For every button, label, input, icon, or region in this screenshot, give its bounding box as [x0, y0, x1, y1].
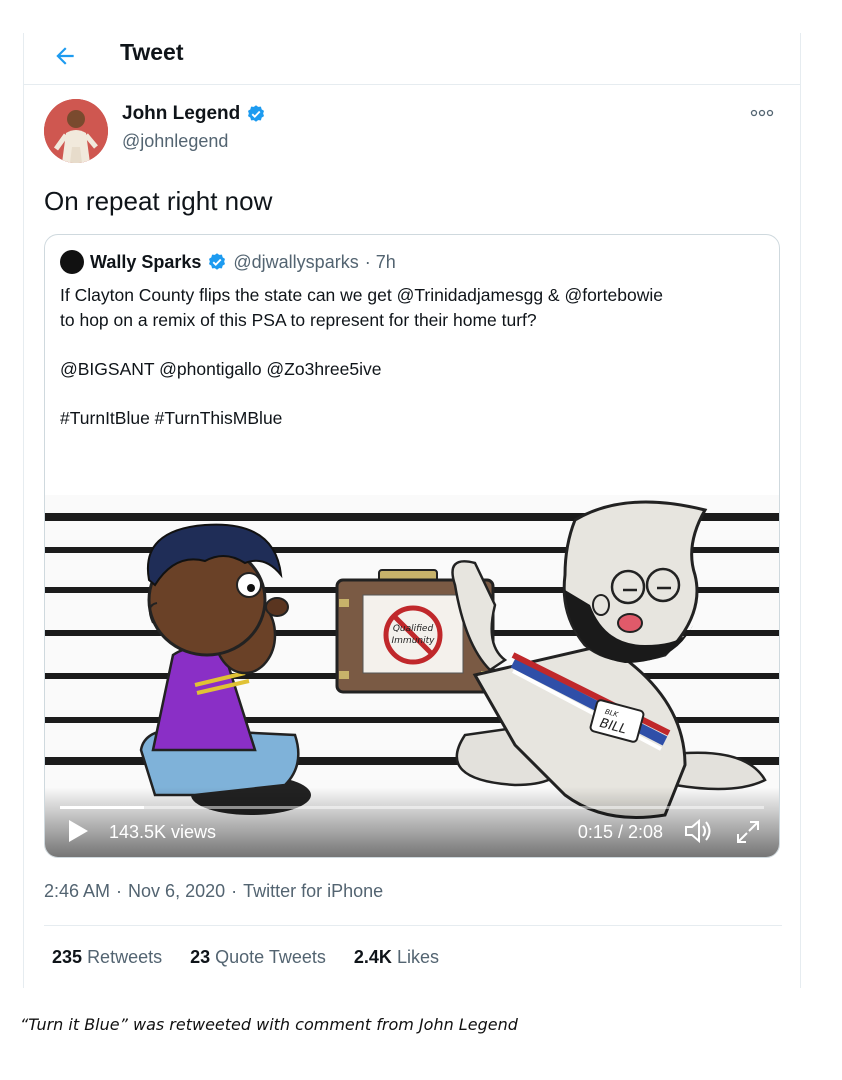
more-options-icon[interactable]: [750, 107, 774, 119]
tweet-stats: 235 Retweets 23 Quote Tweets 2.4K Likes: [52, 947, 439, 968]
quoted-author-name[interactable]: Wally Sparks: [90, 252, 201, 273]
quoted-avatar[interactable]: [60, 250, 84, 274]
quote-tweets-label: Quote Tweets: [215, 947, 326, 967]
video-player[interactable]: Qualified Immunity BLK BILL 143.5K views…: [45, 495, 779, 857]
quoted-tweet-header: Wally Sparks @djwallysparks · 7h: [60, 250, 396, 274]
briefcase-label: Qualified: [393, 624, 434, 634]
quote-tweets-stat[interactable]: 23 Quote Tweets: [190, 947, 326, 968]
author-row: John Legend @johnlegend: [44, 99, 774, 163]
retweets-stat[interactable]: 235 Retweets: [52, 947, 162, 968]
page-title: Tweet: [120, 39, 184, 65]
verified-badge-icon: [209, 253, 226, 270]
tweet-source[interactable]: Twitter for iPhone: [243, 881, 383, 901]
likes-stat[interactable]: 2.4K Likes: [354, 947, 439, 968]
tweet-date[interactable]: Nov 6, 2020: [128, 881, 225, 901]
quoted-author-handle: @djwallysparks: [233, 251, 359, 272]
tweet-time[interactable]: 2:46 AM: [44, 881, 110, 901]
video-progress-bar[interactable]: [60, 806, 764, 809]
verified-badge-icon: [248, 105, 265, 122]
likes-label: Likes: [396, 947, 439, 967]
video-time: 0:15 / 2:08: [577, 822, 663, 842]
fullscreen-icon[interactable]: [735, 819, 761, 845]
retweets-label: Retweets: [87, 947, 163, 967]
quoted-hashtags: #TurnItBlue #TurnThisMBlue: [60, 408, 283, 428]
back-arrow-icon[interactable]: [52, 43, 78, 69]
avatar[interactable]: [44, 99, 108, 163]
tweet-meta: 2:46 AM · Nov 6, 2020 · Twitter for iPhone: [44, 881, 384, 901]
video-progress-fill: [60, 806, 145, 809]
figure-caption: “Turn it Blue” was retweeted with commen…: [20, 1015, 518, 1034]
tweet-panel: Tweet John Legend @johnlegend On repeat …: [23, 33, 801, 988]
tweet-text: On repeat right now: [44, 186, 273, 216]
quoted-tweet-age: · 7h: [364, 251, 396, 272]
volume-icon[interactable]: [683, 817, 713, 845]
author-name-row: John Legend: [122, 103, 266, 125]
quoted-tweet[interactable]: Wally Sparks @djwallysparks · 7h If Clay…: [44, 234, 780, 858]
quoted-text-line: If Clayton County flips the state can we…: [60, 285, 663, 305]
quoted-tweet-body: If Clayton County flips the state can we…: [60, 283, 760, 431]
author-name[interactable]: John Legend: [122, 103, 240, 125]
play-icon[interactable]: [67, 819, 89, 843]
divider: [44, 925, 782, 926]
video-views: 143.5K views: [109, 822, 217, 842]
quote-tweets-count: 23: [190, 947, 211, 967]
retweets-count: 235: [52, 947, 83, 967]
quoted-mentions: @BIGSANT @phontigallo @Zo3hree5ive: [60, 359, 382, 379]
quoted-text-line: to hop on a remix of this PSA to represe…: [60, 310, 537, 330]
boy-character: [139, 523, 311, 815]
briefcase-label: Immunity: [392, 636, 436, 646]
author-handle: @johnlegend: [122, 131, 229, 151]
tweet-header: Tweet: [24, 33, 800, 85]
likes-count: 2.4K: [353, 947, 392, 967]
